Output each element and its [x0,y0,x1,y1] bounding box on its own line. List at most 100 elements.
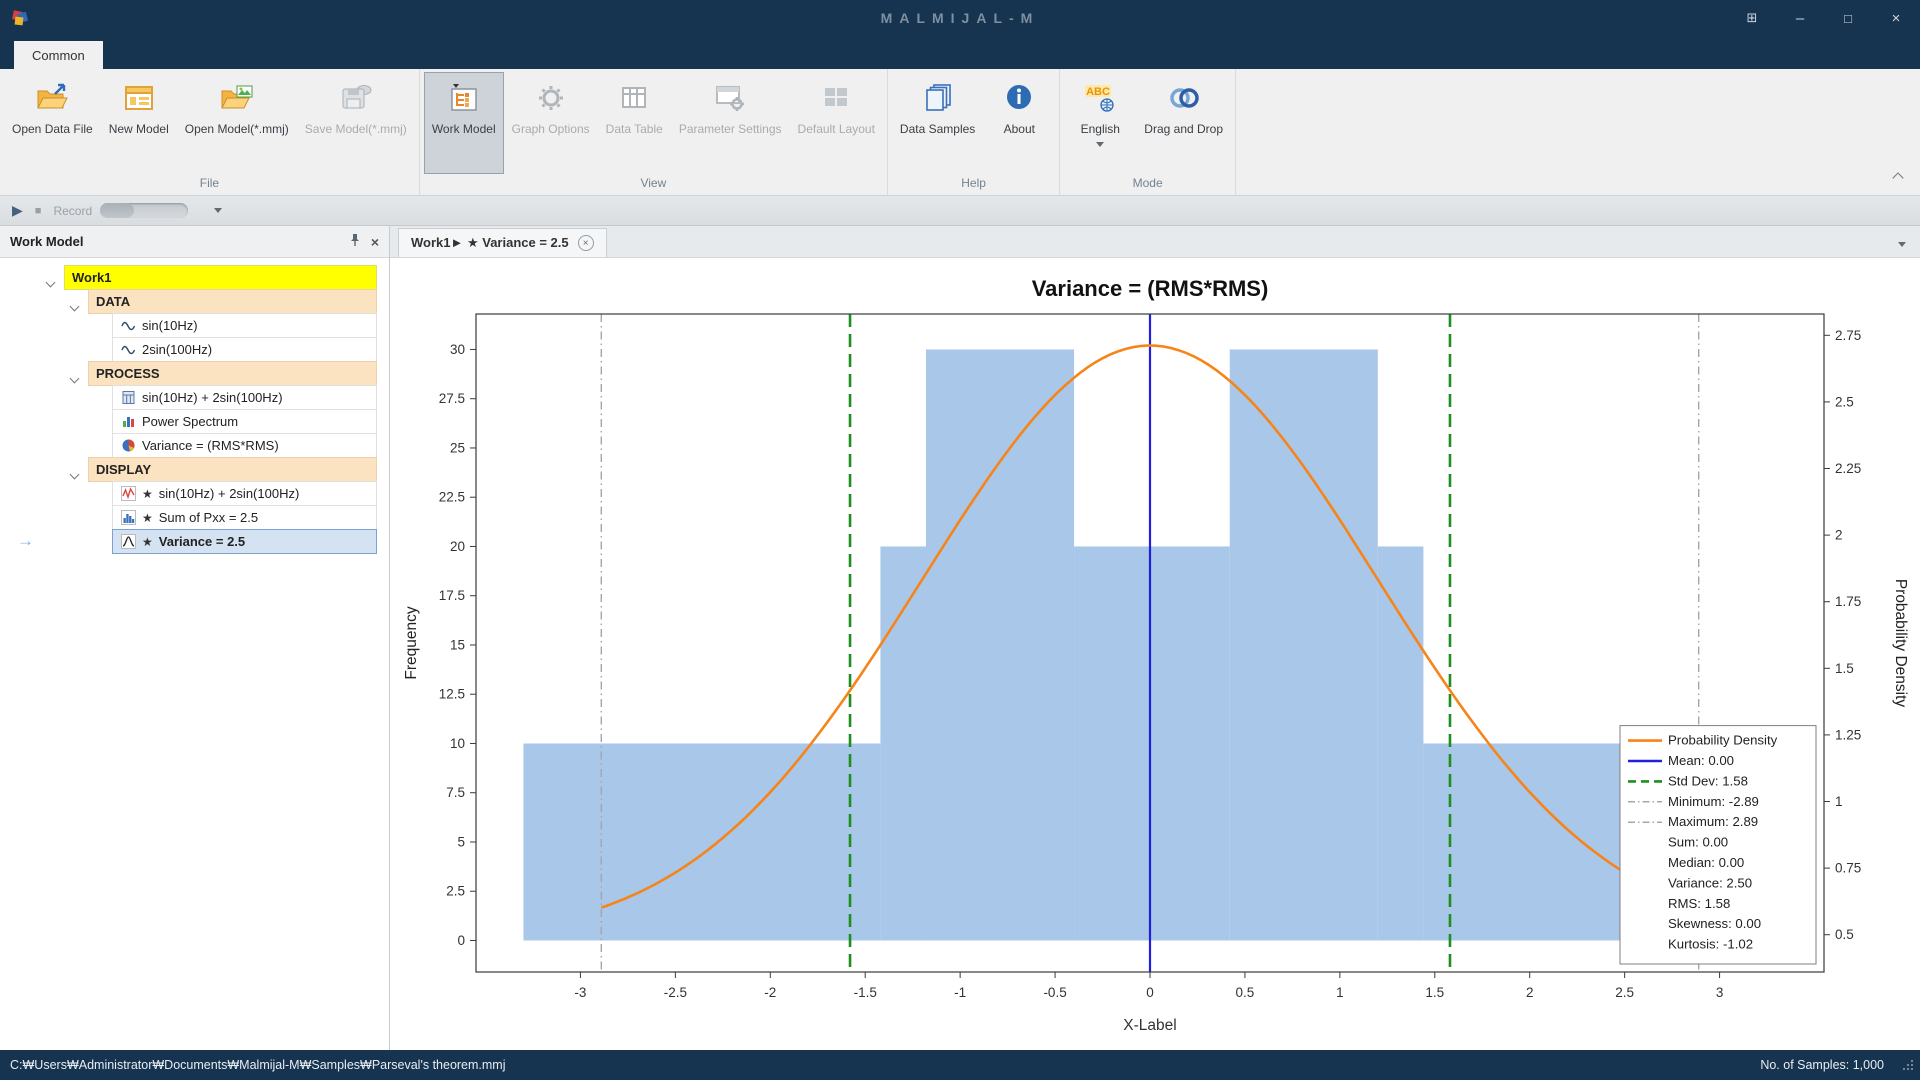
open-data-file-button[interactable]: Open Data File [4,72,101,174]
tree-item-power-spectrum[interactable]: Power Spectrum [112,409,377,434]
tree-section-data[interactable]: DATA [88,289,377,314]
svg-text:1: 1 [1336,985,1344,1000]
data-table-button[interactable]: Data Table [598,72,671,174]
tree-section-label: PROCESS [96,366,160,381]
language-abc-icon: ABC [1083,80,1117,116]
variance-chart: -3-2.5-2-1.5-1-0.500.511.522.5302.557.51… [390,258,1920,1050]
work-model-panel-header: Work Model × [0,226,389,258]
language-button[interactable]: ABC English [1064,72,1136,174]
tab-list-dropdown-icon[interactable] [1898,242,1906,247]
work-model-tree: Work1 DATA sin(10Hz) 2sin(100Hz) [0,258,389,1050]
tab-common[interactable]: Common [14,41,103,69]
data-samples-button[interactable]: Data Samples [892,72,983,174]
tree-section-display[interactable]: DISPLAY [88,457,377,482]
ribbon-group-label-file: File [4,174,415,195]
tree-item-label: Variance = (RMS*RMS) [142,438,279,453]
work-model-panel: Work Model × Work1 DATA [0,226,390,1050]
chart-canvas: -3-2.5-2-1.5-1-0.500.511.522.5302.557.51… [390,258,1920,1050]
svg-text:Mean: 0.00: Mean: 0.00 [1668,753,1734,768]
tree-item-sum-signal[interactable]: sin(10Hz) + 2sin(100Hz) [112,385,377,410]
record-dropdown-icon[interactable] [214,208,222,213]
work-model-icon [447,80,481,116]
svg-text:30: 30 [450,342,465,357]
save-model-icon [339,80,373,116]
work-model-label: Work Model [432,122,496,136]
record-slider[interactable] [100,203,188,218]
ribbon-group-label-help: Help [892,174,1055,195]
svg-text:-1.5: -1.5 [854,985,877,1000]
close-button[interactable]: × [1872,0,1920,36]
ribbon-tab-row: Common [0,36,1920,69]
drag-and-drop-button[interactable]: Drag and Drop [1136,72,1231,174]
star-icon: ★ [142,511,153,525]
parameter-settings-button[interactable]: Parameter Settings [671,72,790,174]
stop-button[interactable]: ■ [35,205,42,217]
window-controls: ⊞ – □ × [1728,0,1920,36]
work-model-button[interactable]: Work Model [424,72,504,174]
tree-item-variance-process[interactable]: Variance = (RMS*RMS) [112,433,377,458]
sine-wave-icon [120,318,136,333]
new-model-button[interactable]: New Model [101,72,177,174]
chevron-down-icon[interactable] [71,370,78,385]
open-file-path: C:₩Users₩Administrator₩Documents₩Malmija… [0,1058,1760,1072]
panel-close-icon[interactable]: × [371,234,379,250]
maximize-button[interactable]: □ [1824,0,1872,36]
play-button[interactable]: ▶ [12,202,23,219]
tree-item-display-sum-pxx[interactable]: ★ Sum of Pxx = 2.5 [112,505,377,530]
svg-text:20: 20 [450,539,465,554]
selected-item-arrow-icon: → [17,531,34,551]
save-model-label: Save Model(*.mmj) [305,122,407,136]
svg-text:X-Label: X-Label [1123,1017,1176,1034]
open-data-file-label: Open Data File [12,122,93,136]
chevron-down-icon[interactable] [71,298,78,313]
sample-count: No. of Samples: 1,000 [1760,1058,1884,1072]
svg-text:0.5: 0.5 [1835,927,1854,942]
tab-variance-document[interactable]: Work1► ★ Variance = 2.5 × [398,228,607,257]
svg-text:-2: -2 [764,985,776,1000]
bell-curve-icon [120,534,136,549]
tree-item-label: Work1 [72,270,112,285]
collapse-ribbon-button[interactable] [1894,170,1902,185]
tree-item-work1[interactable]: Work1 [64,265,377,290]
svg-text:RMS: 1.58: RMS: 1.58 [1668,896,1730,911]
svg-text:Variance: 2.50: Variance: 2.50 [1668,875,1752,890]
tree-section-process[interactable]: PROCESS [88,361,377,386]
svg-text:Probability Density: Probability Density [1892,579,1909,708]
svg-text:2.25: 2.25 [1835,461,1861,476]
record-label: Record [53,204,92,218]
calculator-icon [120,390,136,405]
ribbon: Open Data File New Model [0,69,1920,196]
svg-text:-3: -3 [574,985,586,1000]
graph-options-label: Graph Options [512,122,590,136]
language-dropdown-icon[interactable] [1096,142,1104,147]
language-label: English [1081,122,1120,136]
pin-icon[interactable] [349,233,361,250]
graph-options-button[interactable]: Graph Options [504,72,598,174]
save-model-button[interactable]: Save Model(*.mmj) [297,72,415,174]
ribbon-group-label-mode: Mode [1064,174,1231,195]
record-slider-knob[interactable] [100,203,134,218]
ribbon-group-help: Data Samples About Help [888,69,1060,195]
svg-text:7.5: 7.5 [446,785,465,800]
tab-close-icon[interactable]: × [578,235,594,251]
about-button[interactable]: About [983,72,1055,174]
open-model-button[interactable]: Open Model(*.mmj) [177,72,297,174]
chevron-down-icon[interactable] [71,466,78,481]
tree-section-label: DISPLAY [96,462,151,477]
data-table-label: Data Table [606,122,663,136]
chevron-down-icon[interactable] [47,274,54,289]
ribbon-options-button[interactable]: ⊞ [1728,0,1776,36]
resize-grip[interactable] [1902,1059,1914,1071]
open-model-label: Open Model(*.mmj) [185,122,289,136]
document-tab-bar: Work1► ★ Variance = 2.5 × [390,226,1920,258]
tree-item-display-signal[interactable]: ★ sin(10Hz) + 2sin(100Hz) [112,481,377,506]
tree-item-sin10[interactable]: sin(10Hz) [112,313,377,338]
default-layout-button[interactable]: Default Layout [790,72,883,174]
new-model-icon [122,80,156,116]
tree-item-display-variance[interactable]: → ★ Variance = 2.5 [112,529,377,554]
svg-text:22.5: 22.5 [439,490,465,505]
app-title: MALMIJAL-M [881,10,1040,26]
svg-text:2: 2 [1835,528,1843,543]
minimize-button[interactable]: – [1776,0,1824,36]
tree-item-2sin100[interactable]: 2sin(100Hz) [112,337,377,362]
